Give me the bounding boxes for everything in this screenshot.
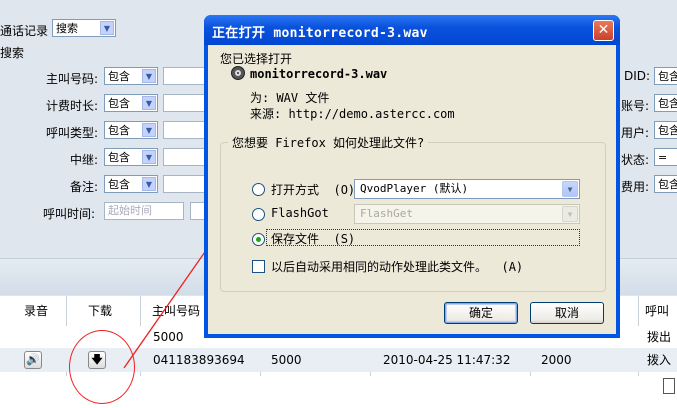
ok-button[interactable]: 确定 xyxy=(444,302,518,324)
remember-checkbox[interactable] xyxy=(252,260,265,273)
cancel-button[interactable]: 取消 xyxy=(530,302,604,324)
dialog-title-bar[interactable]: 正在打开 monitorrecord-3.wav ✕ xyxy=(204,15,620,45)
remember-label[interactable]: 以后自动采用相同的动作处理此类文件。 (A) xyxy=(271,258,523,275)
dialog-body: 您已选择打开 monitorrecord-3.wav 为: WAV 文件 来源:… xyxy=(208,45,616,334)
chevron-down-icon: ▼ xyxy=(562,206,578,222)
open-with-app-select[interactable]: QvodPlayer (默认) ▼ xyxy=(354,179,580,199)
flashgot-label[interactable]: FlashGot xyxy=(271,206,329,220)
save-file-radio[interactable] xyxy=(252,233,265,246)
file-source: 来源: http://demo.astercc.com xyxy=(250,107,455,121)
open-with-label[interactable]: 打开方式 (O) xyxy=(271,181,355,198)
close-button[interactable]: ✕ xyxy=(593,20,614,41)
dialog-title: 正在打开 monitorrecord-3.wav xyxy=(212,26,428,41)
chevron-down-icon: ▼ xyxy=(562,181,578,197)
file-name: monitorrecord-3.wav xyxy=(250,67,388,81)
file-type: 为: WAV 文件 xyxy=(250,91,330,105)
action-question: 您想要 Firefox 如何处理此文件? xyxy=(228,134,429,151)
open-file-dialog: 正在打开 monitorrecord-3.wav ✕ 您已选择打开 monito… xyxy=(204,15,620,338)
flashgot-select: FlashGet ▼ xyxy=(354,204,580,224)
save-file-label[interactable]: 保存文件 (S) xyxy=(271,230,355,247)
flashgot-radio[interactable] xyxy=(252,208,265,221)
open-with-radio[interactable] xyxy=(252,183,265,196)
audio-file-icon xyxy=(231,66,245,80)
